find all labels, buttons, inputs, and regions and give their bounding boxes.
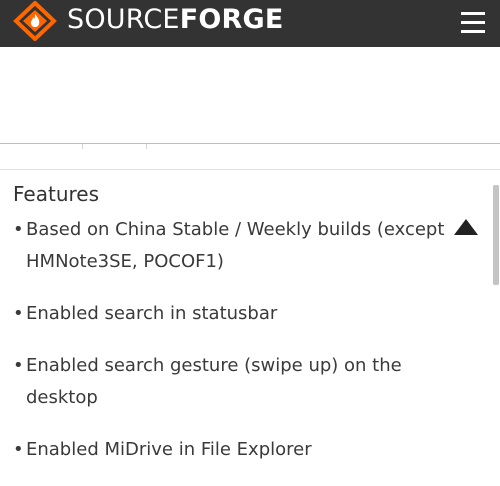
list-item: Enabled MiDrive in File Explorer — [13, 434, 451, 466]
scroll-to-top-icon[interactable] — [454, 219, 478, 235]
features-section: Features Based on China Stable / Weekly … — [13, 180, 453, 486]
blank-area — [0, 47, 500, 143]
list-item: Enabled search gesture (swipe up) on the… — [13, 350, 451, 414]
brand-wordmark[interactable]: SOURCEFORGE — [67, 2, 283, 38]
list-item: Based on China Stable / Weekly builds (e… — [13, 214, 451, 278]
section-divider — [0, 169, 500, 170]
list-item: Enabled search in statusbar — [13, 298, 451, 330]
brand-light: SOURCE — [67, 4, 180, 35]
scrollbar[interactable] — [493, 185, 499, 285]
features-list: Based on China Stable / Weekly builds (e… — [13, 214, 453, 466]
menu-button[interactable] — [458, 10, 488, 36]
page: SOURCEFORGE Features Based on China Stab… — [0, 0, 500, 486]
brand-bold: FORGE — [179, 4, 284, 35]
site-header: SOURCEFORGE — [0, 0, 500, 47]
faint-marks — [0, 144, 500, 150]
sourceforge-logo-icon[interactable] — [10, 0, 60, 42]
section-heading: Features — [13, 182, 99, 206]
